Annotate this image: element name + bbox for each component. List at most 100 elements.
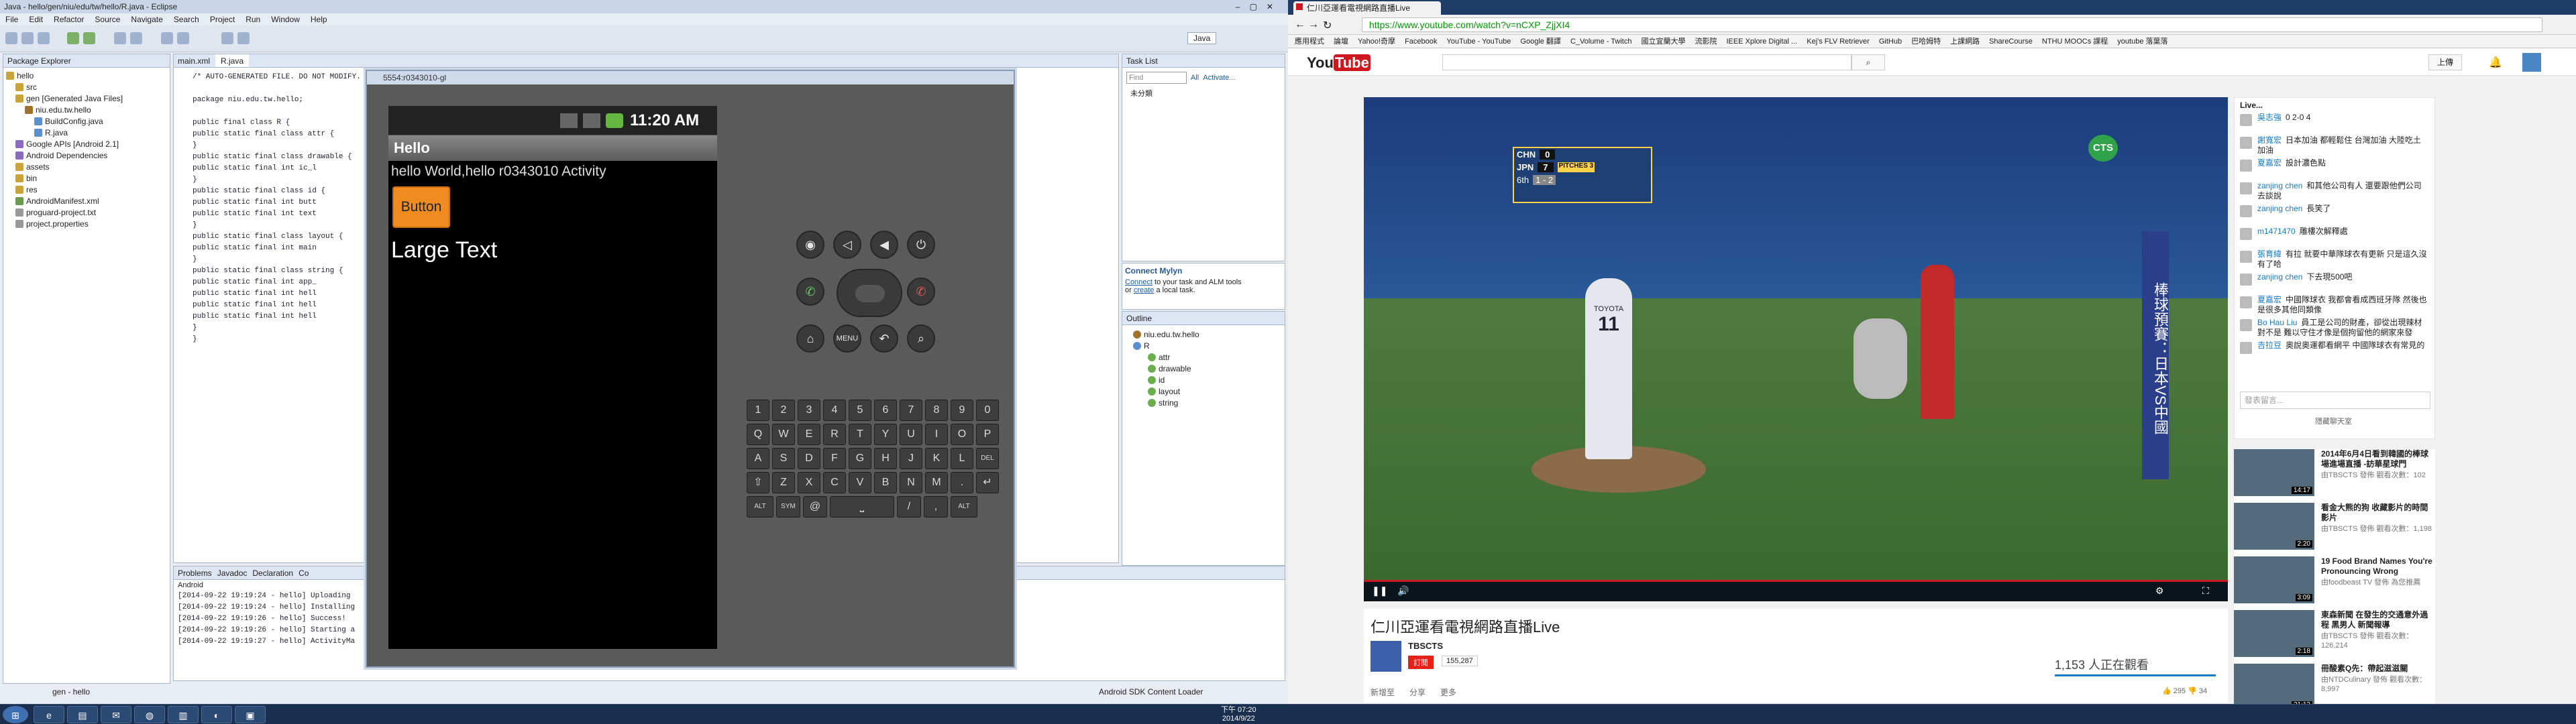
key[interactable]: E <box>798 424 820 445</box>
tree-item[interactable]: proguard-project.txt <box>6 207 167 219</box>
tree-item[interactable]: src <box>6 82 167 93</box>
tree-item[interactable]: AndroidManifest.xml <box>6 196 167 207</box>
ie-icon[interactable]: e <box>34 706 64 723</box>
url-input[interactable]: https://www.youtube.com/watch?v=nCXP_Zjj… <box>1362 17 2542 32</box>
back-icon[interactable]: ← <box>1295 19 1305 31</box>
menu-item[interactable]: Search <box>174 13 199 25</box>
volume-icon[interactable]: 🔊 <box>1397 585 1409 597</box>
key[interactable]: T <box>849 424 871 445</box>
console-tab[interactable]: Javadoc <box>217 566 248 579</box>
tree-item[interactable]: R.java <box>6 127 167 139</box>
camera-icon[interactable]: ◉ <box>796 231 824 259</box>
print-icon[interactable] <box>38 32 50 44</box>
outline-item[interactable]: R <box>1133 341 1285 352</box>
nav-forward-icon[interactable] <box>237 32 250 44</box>
key[interactable]: L <box>951 448 973 469</box>
chat-avatar[interactable] <box>2240 205 2252 217</box>
bookmark[interactable]: C_Volume - Twitch <box>1570 35 1632 48</box>
menu-item[interactable]: Source <box>95 13 120 25</box>
key[interactable]: F <box>823 448 846 469</box>
outline-item[interactable]: string <box>1133 398 1285 409</box>
menu-item[interactable]: Navigate <box>131 13 162 25</box>
outline-item[interactable]: layout <box>1133 386 1285 398</box>
key[interactable]: W <box>772 424 795 445</box>
tree-item[interactable]: project.properties <box>6 219 167 230</box>
call-icon[interactable]: ✆ <box>796 278 824 306</box>
channel-avatar[interactable] <box>1371 641 1401 672</box>
nav-back-icon[interactable] <box>221 32 233 44</box>
key[interactable]: M <box>925 472 948 493</box>
home-icon[interactable]: ⌂ <box>796 324 824 353</box>
progress-bar[interactable] <box>1364 580 2228 582</box>
android-button[interactable]: Button <box>392 186 450 228</box>
rec-title[interactable]: 19 Food Brand Names You're Pronouncing W… <box>2321 556 2435 577</box>
volume-down-icon[interactable]: ◁ <box>833 231 861 259</box>
bookmark[interactable]: NTHU MOOCs 課程 <box>2042 35 2108 48</box>
bookmark[interactable]: 國立宜蘭大學 <box>1641 35 1685 48</box>
console-tab[interactable]: Problems <box>178 566 212 579</box>
back-icon[interactable]: ↶ <box>870 324 898 353</box>
bookmark[interactable]: 巴哈姆特 <box>1911 35 1941 48</box>
chat-avatar[interactable] <box>2240 296 2252 308</box>
chat-author[interactable]: 夏嘉宏 <box>2257 158 2282 168</box>
open-type-icon[interactable] <box>177 32 189 44</box>
menu-key[interactable]: MENU <box>833 324 861 353</box>
tree-item[interactable]: niu.edu.tw.hello <box>6 105 167 116</box>
task-uncategorized[interactable]: 未分類 <box>1122 88 1285 99</box>
chat-avatar[interactable] <box>2240 137 2252 149</box>
tree-item[interactable]: hello <box>6 70 167 82</box>
fullscreen-icon[interactable]: ⛶ <box>2202 585 2209 597</box>
recommendation[interactable]: 14:17 2014年6月4日看到韓國的棒球場進場直播 -訪華星球門 由TBSCTS… <box>2234 449 2435 503</box>
key[interactable]: 1 <box>747 400 769 421</box>
chat-avatar[interactable] <box>2240 319 2252 331</box>
key[interactable]: ⎵ <box>830 496 894 518</box>
video-thumbnail[interactable]: 14:17 <box>2234 449 2314 496</box>
menu-item[interactable]: Help <box>311 13 327 25</box>
bookmark[interactable]: Yahoo!奇摩 <box>1358 35 1395 48</box>
end-call-icon[interactable]: ✆ <box>907 278 935 306</box>
search-icon[interactable] <box>161 32 173 44</box>
chat-author[interactable]: Bo Hau Liu <box>2257 318 2297 327</box>
tree-item[interactable]: BuildConfig.java <box>6 116 167 127</box>
start-button[interactable]: ⊞ <box>3 706 28 723</box>
bookmark[interactable]: 上課網路 <box>1950 35 1980 48</box>
chat-author[interactable]: 吳志強 <box>2257 113 2282 122</box>
bookmark[interactable]: YouTube - YouTube <box>1446 35 1511 48</box>
outline-item[interactable]: id <box>1133 375 1285 386</box>
menu-item[interactable]: Edit <box>29 13 43 25</box>
chat-author[interactable]: zanjing chen <box>2257 204 2302 213</box>
clock-area[interactable]: 下午 07:20 2014/9/22 <box>1221 706 1256 723</box>
chat-avatar[interactable] <box>2240 274 2252 286</box>
bookmark[interactable]: 流影院 <box>1695 35 1717 48</box>
bookmark[interactable]: IEEE Xplore Digital ... <box>1726 35 1797 48</box>
chat-author[interactable]: m1471470 <box>2257 227 2296 236</box>
bookmark[interactable]: 論壇 <box>1334 35 1348 48</box>
tree-item[interactable]: Android Dependencies <box>6 150 167 162</box>
rec-title[interactable]: 看金大熊的狗 收藏影片的時間影片 <box>2321 503 2435 523</box>
key[interactable]: I <box>925 424 948 445</box>
chat-avatar[interactable] <box>2240 114 2252 126</box>
new-icon[interactable] <box>5 32 17 44</box>
browser-tab[interactable]: 仁川亞運看電視網路直播Live <box>1293 1 1441 15</box>
key[interactable]: R <box>823 424 846 445</box>
rec-title[interactable]: 冊酸素Q先：帶起滋滋關 <box>2321 664 2435 674</box>
power-icon[interactable]: ⏻ <box>907 231 935 259</box>
key[interactable]: 2 <box>772 400 795 421</box>
key[interactable]: 8 <box>925 400 948 421</box>
chat-author[interactable]: zanjing chen <box>2257 272 2302 282</box>
video-thumbnail[interactable]: 2:18 <box>2234 610 2314 657</box>
dpad-center[interactable] <box>855 285 885 302</box>
action-button[interactable]: 新增至 <box>1371 686 1395 698</box>
key[interactable]: P <box>976 424 999 445</box>
recommendation[interactable]: 21:13冊酸素Q先：帶起滋滋關由NTDCulinary 發佈 觀看次數：8,9… <box>2234 664 2435 704</box>
key[interactable]: DEL <box>976 448 999 469</box>
menu-item[interactable]: Window <box>271 13 300 25</box>
key[interactable]: D <box>798 448 820 469</box>
tree-item[interactable]: bin <box>6 173 167 184</box>
chat-input[interactable]: 發表留言... <box>2240 391 2430 409</box>
key[interactable]: ⇧ <box>747 472 769 493</box>
tree-item[interactable]: assets <box>6 162 167 173</box>
yt-search-input[interactable] <box>1442 54 1851 70</box>
perspective-java[interactable]: Java <box>1187 32 1217 44</box>
emulator-screen[interactable]: 11:20 AM Hello hello World,hello r034301… <box>388 106 717 649</box>
